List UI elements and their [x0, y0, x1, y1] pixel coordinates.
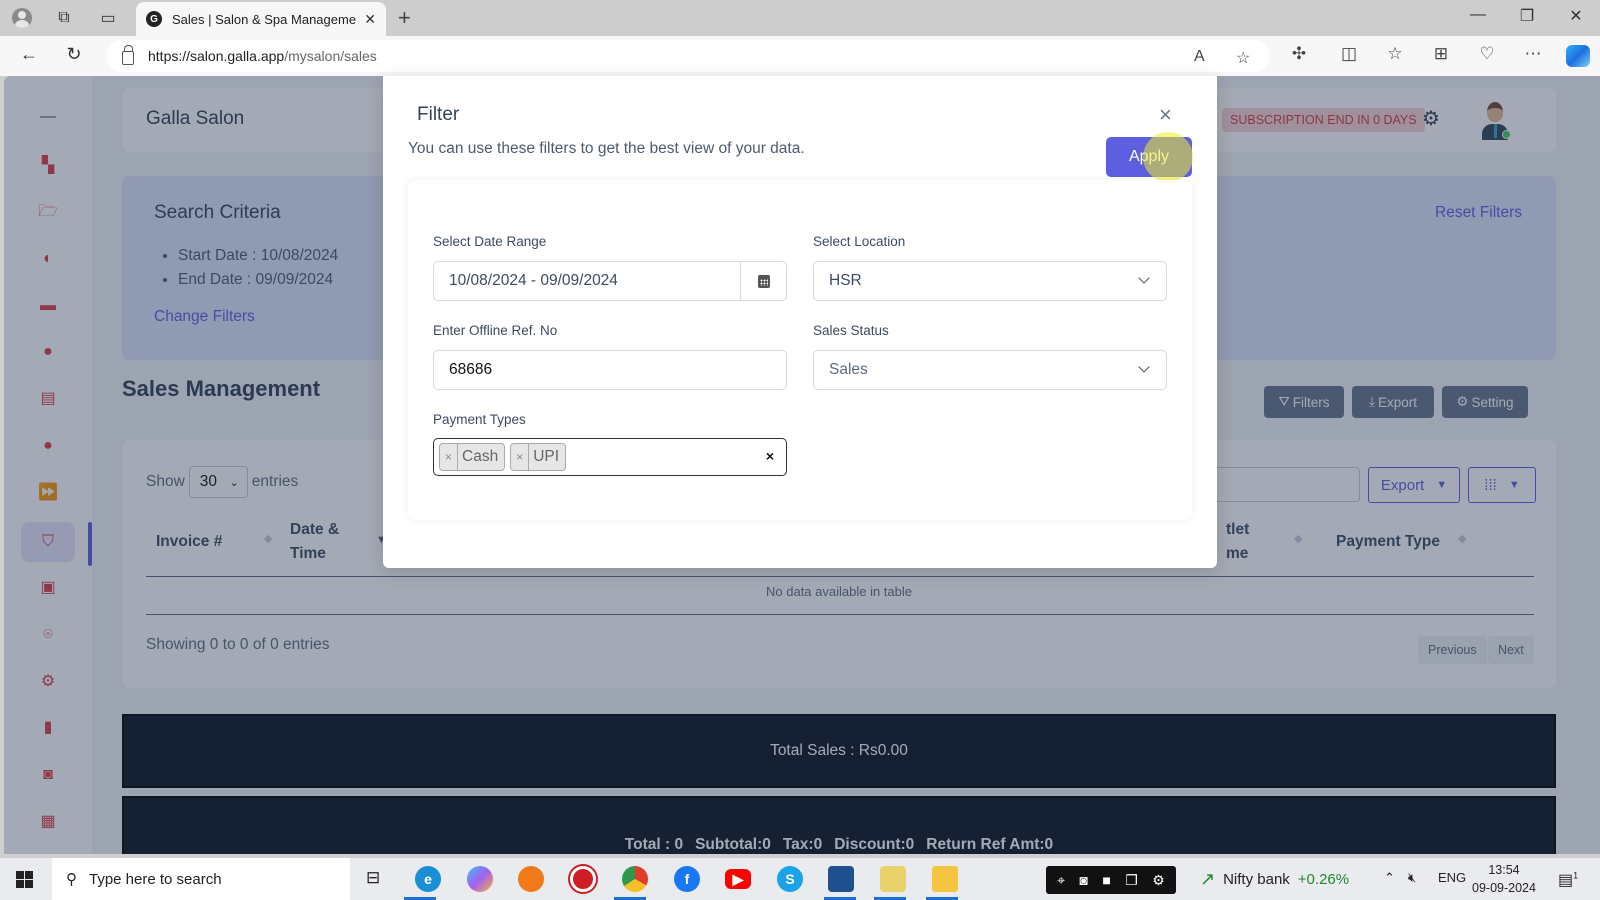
url-text: https://salon.galla.app/mysalon/sales: [148, 48, 377, 64]
refresh-icon[interactable]: ↻: [62, 44, 86, 65]
trend-up-icon: ↗: [1200, 869, 1216, 889]
extensions-icon[interactable]: ✣: [1287, 44, 1311, 64]
search-icon: ⚲: [66, 871, 77, 888]
close-tab-icon[interactable]: ✕: [364, 11, 376, 28]
payment-types-multiselect[interactable]: × Cash × UPI ×: [433, 438, 787, 476]
filter-form: Select Date Range 10/08/2024 - 09/09/202…: [408, 180, 1192, 520]
payment-chip-cash: × Cash: [439, 443, 506, 471]
favorites-icon[interactable]: ☆: [1383, 44, 1407, 64]
clock[interactable]: 13:54 09-09-2024: [1472, 861, 1536, 897]
pin-icon[interactable]: ⌖: [1057, 872, 1065, 889]
chevron-down-icon: [1138, 361, 1150, 373]
location-label: Select Location: [813, 234, 906, 249]
show-hidden-icons-chevron-icon[interactable]: ⌃: [1384, 870, 1395, 886]
modal-subtitle: You can use these filters to get the bes…: [408, 140, 805, 157]
taskbar-search[interactable]: ⚲ Type here to search: [52, 858, 350, 900]
minimize-icon[interactable]: —: [1463, 6, 1493, 24]
recorder-app-icon[interactable]: [570, 866, 596, 892]
back-icon[interactable]: ←: [17, 44, 41, 65]
file-explorer-app-icon[interactable]: [932, 866, 958, 892]
close-modal-icon[interactable]: ×: [1159, 104, 1172, 126]
chrome-app-icon[interactable]: [622, 866, 648, 892]
stock-widget[interactable]: ↗ Nifty bank +0.26%: [1200, 869, 1349, 890]
filter-modal: Filter × You can use these filters to ge…: [383, 76, 1217, 568]
restore-icon[interactable]: ❐: [1512, 6, 1542, 26]
screen: ⧉ ▭ G Sales | Salon & Spa Management ✕ +…: [0, 0, 1600, 900]
gear-icon[interactable]: ⚙: [1152, 872, 1165, 889]
active-tab[interactable]: G Sales | Salon & Spa Management ✕: [136, 2, 386, 36]
location-select[interactable]: HSR: [813, 261, 1167, 301]
skype-app-icon[interactable]: S: [777, 866, 803, 892]
lock-icon: [122, 45, 134, 65]
language-indicator[interactable]: ENG: [1438, 870, 1466, 885]
collections-icon[interactable]: ⊞: [1429, 44, 1453, 64]
apply-button[interactable]: Apply: [1106, 137, 1192, 177]
remove-chip-icon[interactable]: ×: [440, 444, 459, 470]
payment-types-label: Payment Types: [433, 412, 526, 427]
url-input[interactable]: https://salon.galla.app/mysalon/sales A …: [106, 40, 1270, 72]
windows-icon[interactable]: ❐: [1125, 872, 1138, 889]
volume-muted-icon[interactable]: 🔇︎: [1408, 870, 1416, 886]
calendar-button[interactable]: [740, 262, 786, 300]
chevron-down-icon: [1138, 272, 1150, 284]
task-view-icon[interactable]: ⊟: [366, 868, 380, 888]
windows-taskbar: ⚲ Type here to search ⊟ e f ▶ S ⌖ ◙ ■ ❐ …: [0, 858, 1600, 900]
firefox-app-icon[interactable]: [518, 866, 544, 892]
profile-icon: [12, 8, 32, 28]
read-aloud-icon[interactable]: A: [1194, 48, 1205, 66]
favorite-star-icon[interactable]: ☆: [1236, 48, 1250, 68]
payment-chip-upi: × UPI: [510, 443, 567, 471]
vertical-tabs-icon[interactable]: ▭: [96, 6, 120, 30]
camera-icon[interactable]: ◙: [1080, 872, 1088, 888]
browser-essentials-icon[interactable]: ♡: [1475, 44, 1499, 64]
split-screen-icon[interactable]: ◫: [1337, 44, 1361, 64]
site-favicon-icon: G: [146, 11, 162, 27]
more-menu-icon[interactable]: ⋯: [1521, 44, 1545, 64]
facebook-app-icon[interactable]: f: [674, 866, 700, 892]
new-tab-button[interactable]: +: [398, 5, 411, 31]
youtube-app-icon[interactable]: ▶: [725, 869, 751, 889]
offline-ref-label: Enter Offline Ref. No: [433, 323, 558, 338]
capture-toolbar: ⌖ ◙ ■ ❐ ⚙: [1046, 866, 1176, 894]
start-button[interactable]: [16, 871, 33, 888]
notes-app-icon[interactable]: [880, 866, 906, 892]
clear-all-icon[interactable]: ×: [766, 448, 774, 464]
remove-chip-icon[interactable]: ×: [511, 444, 530, 470]
date-range-input[interactable]: 10/08/2024 - 09/09/2024: [433, 261, 787, 301]
browser-tab-strip: ⧉ ▭ G Sales | Salon & Spa Management ✕ +…: [0, 0, 1600, 36]
store-app-icon[interactable]: [828, 866, 854, 892]
calendar-icon: [757, 274, 770, 288]
edge-app-icon[interactable]: e: [415, 866, 441, 892]
copilot-icon[interactable]: [1566, 45, 1590, 67]
profile-button[interactable]: [10, 6, 34, 30]
window-close-icon[interactable]: ✕: [1561, 6, 1591, 26]
date-range-label: Select Date Range: [433, 234, 547, 249]
offline-ref-input[interactable]: 68686: [433, 350, 787, 390]
workspaces-icon[interactable]: ⧉: [52, 6, 76, 30]
notifications-icon[interactable]: ▤1: [1558, 870, 1578, 890]
copilot-app-icon[interactable]: [467, 866, 493, 892]
modal-title: Filter: [417, 104, 460, 125]
tab-title: Sales | Salon & Spa Management: [172, 11, 357, 27]
sales-status-label: Sales Status: [813, 323, 889, 338]
sales-status-select[interactable]: Sales: [813, 350, 1167, 390]
video-icon[interactable]: ■: [1102, 872, 1110, 888]
